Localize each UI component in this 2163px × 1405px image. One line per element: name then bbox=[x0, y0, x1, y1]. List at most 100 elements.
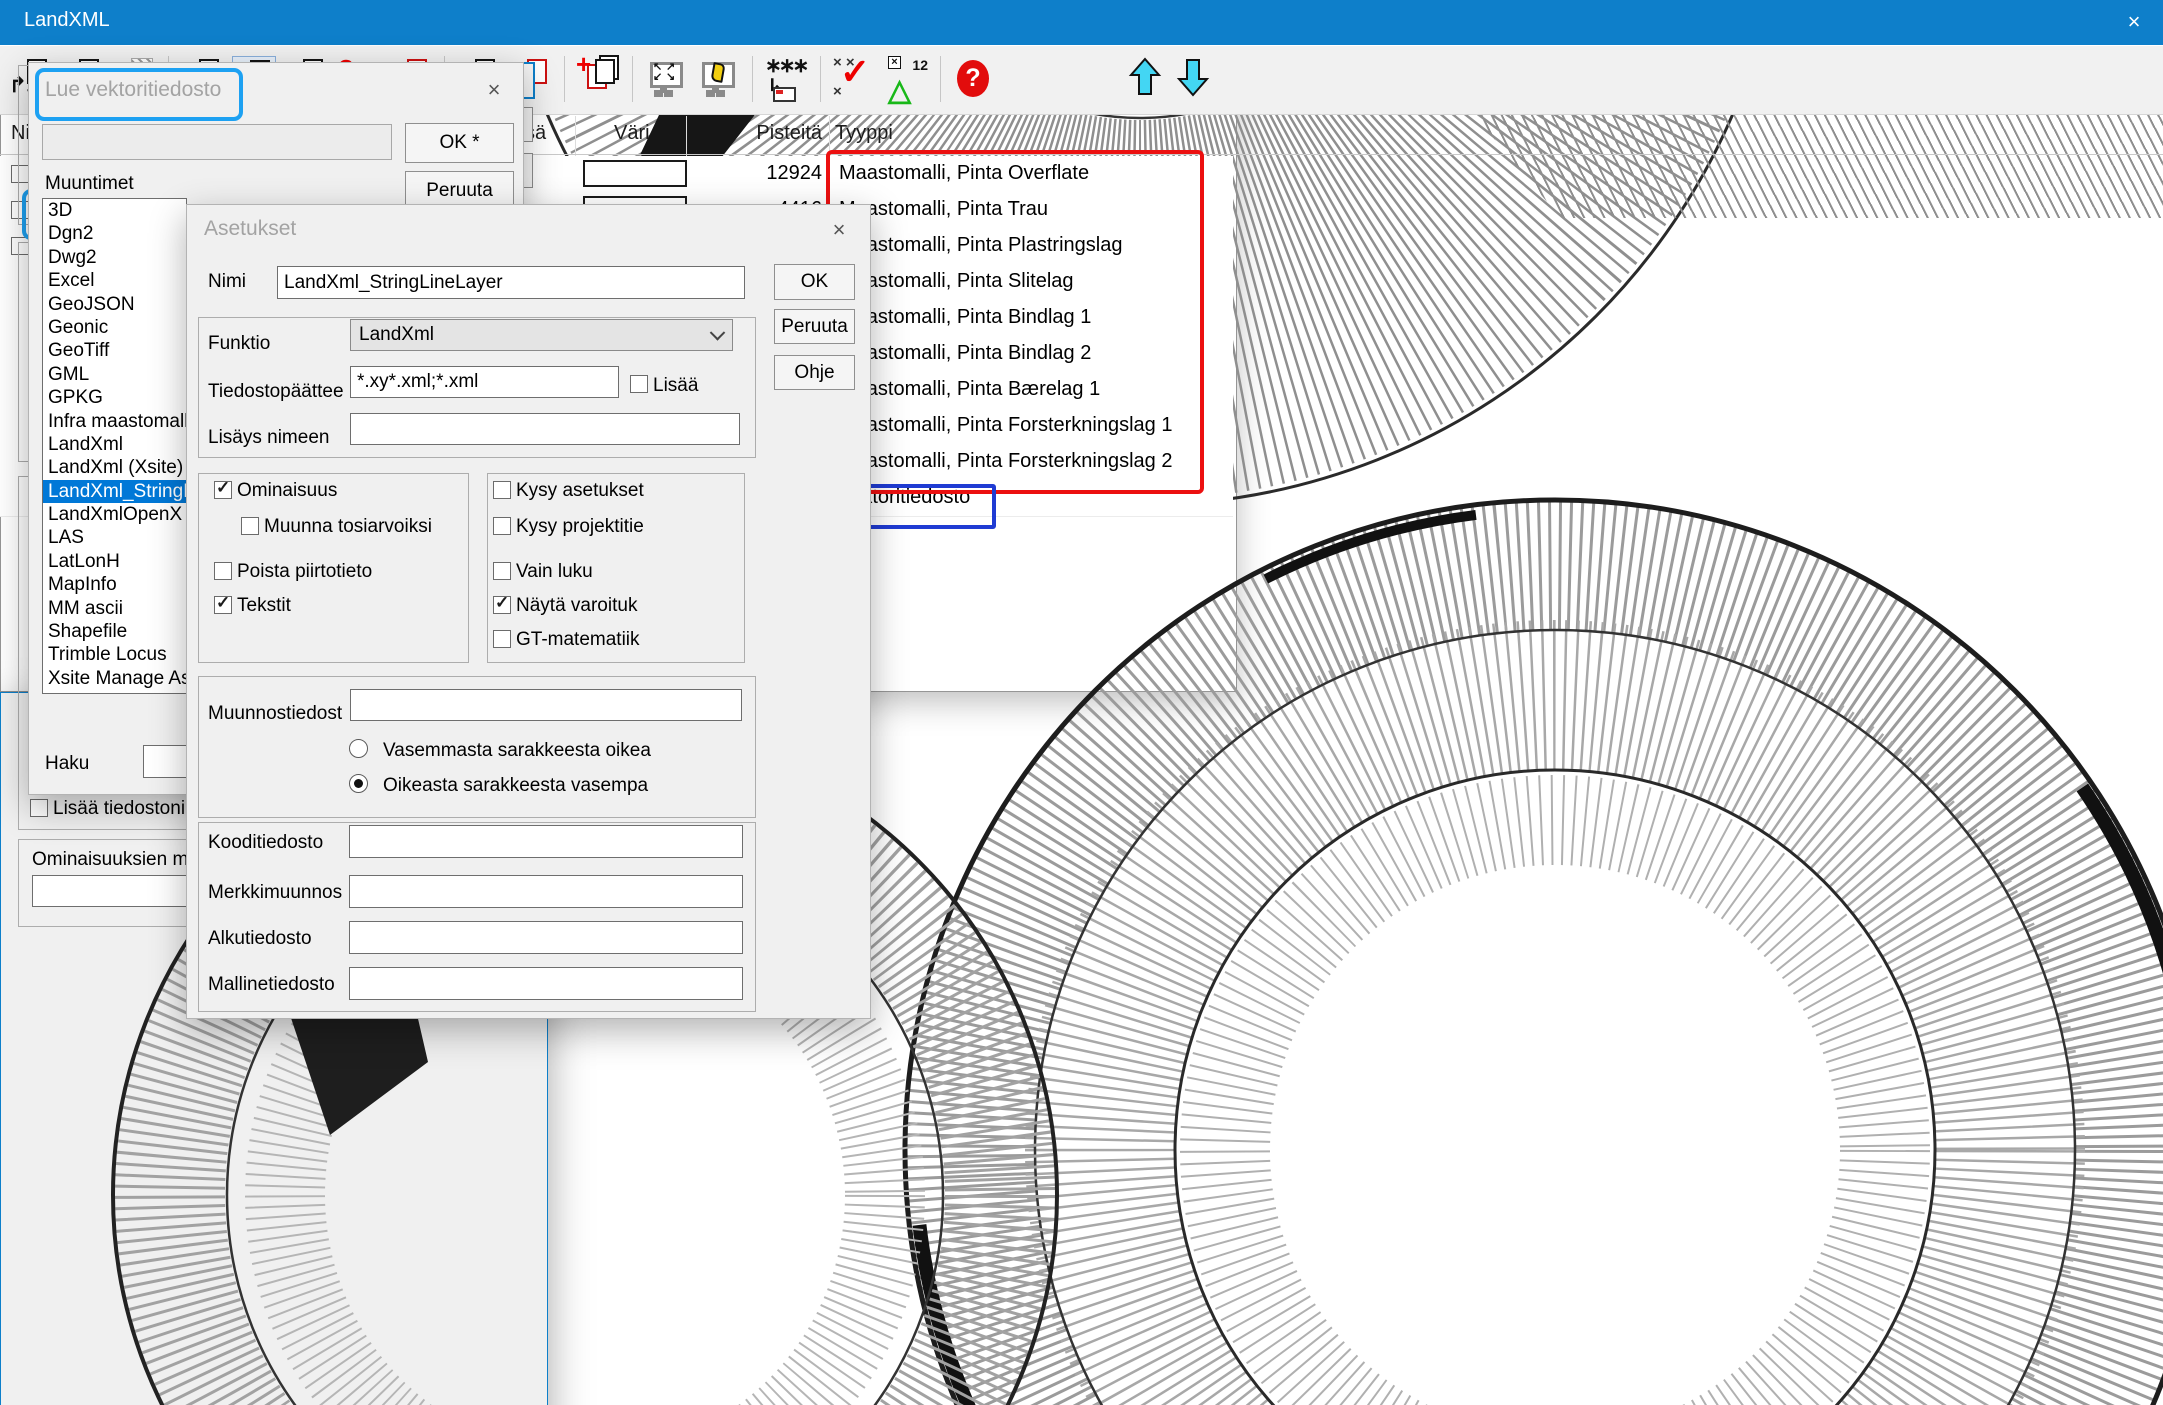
converter-item[interactable]: MapInfo bbox=[43, 573, 186, 596]
name-input[interactable] bbox=[277, 266, 745, 299]
cell-type: Maastomalli, Pinta Bindlag 2 bbox=[839, 342, 1091, 365]
alku-input[interactable] bbox=[349, 921, 743, 954]
toolbar-separator bbox=[564, 56, 565, 102]
application-screen: Lue vektoritiedosto × OK * Peruuta Muunt… bbox=[0, 0, 2163, 1405]
converter-item[interactable]: GeoJSON bbox=[43, 293, 186, 316]
ok-button[interactable]: OK bbox=[774, 264, 855, 300]
column-header-vari[interactable]: Väri bbox=[614, 122, 650, 145]
scatter-write-icon[interactable]: ∗∗∗↳ bbox=[764, 56, 808, 102]
cell-type: Maastomalli, Pinta Slitelag bbox=[839, 270, 1074, 293]
toolbar-separator bbox=[632, 56, 633, 102]
converter-item[interactable]: Dgn2 bbox=[43, 222, 186, 245]
muunna-tosiarvoiksi-checkbox-label: Muunna tosiarvoiksi bbox=[264, 516, 432, 538]
converter-item[interactable]: LandXml_StringL bbox=[43, 480, 186, 503]
merkki-input[interactable] bbox=[349, 875, 743, 908]
lisays-input[interactable] bbox=[350, 413, 740, 445]
converter-item[interactable]: LandXml (Xsite) bbox=[43, 456, 186, 479]
kysy-projektitiedot-checkbox-label: Kysy projektitie bbox=[516, 516, 644, 538]
converter-item[interactable]: LandXmlOpenX bbox=[43, 503, 186, 526]
column-header-pisteita[interactable]: Pisteitä bbox=[690, 122, 822, 145]
koodi-input[interactable] bbox=[349, 825, 743, 858]
vain-luku-checkbox[interactable] bbox=[493, 562, 511, 580]
koodi-label: Kooditiedosto bbox=[208, 832, 323, 854]
tekstit-checkbox[interactable] bbox=[214, 596, 232, 614]
ominaisuus-checkbox[interactable] bbox=[214, 481, 232, 499]
close-icon[interactable]: × bbox=[824, 215, 854, 245]
converter-item[interactable]: Geonic bbox=[43, 316, 186, 339]
add-files-icon[interactable]: + bbox=[576, 56, 620, 102]
converter-item[interactable]: Excel bbox=[43, 269, 186, 292]
converter-item[interactable]: MM ascii bbox=[43, 597, 186, 620]
muunna-tosiarvoiksi-checkbox[interactable] bbox=[241, 517, 259, 535]
converter-list[interactable]: 3DDgn2Dwg2ExcelGeoJSONGeonicGeoTiffGMLGP… bbox=[42, 198, 187, 694]
right-to-left-radio[interactable] bbox=[349, 774, 368, 793]
converter-item[interactable]: GeoTiff bbox=[43, 339, 186, 362]
cancel-button[interactable]: Peruuta bbox=[774, 309, 855, 344]
title-bar[interactable]: LandXML × bbox=[0, 0, 2163, 45]
funktio-label: Funktio bbox=[208, 333, 270, 355]
dialog-title: Asetukset bbox=[204, 217, 296, 241]
funktio-dropdown[interactable]: LandXml bbox=[350, 319, 733, 351]
help-button[interactable]: Ohje bbox=[774, 355, 855, 390]
toolbar-separator bbox=[820, 56, 821, 102]
muunnos-input[interactable] bbox=[350, 689, 742, 721]
nayta-varoitukset-checkbox-label: Näytä varoituk bbox=[516, 595, 637, 617]
cell-type: Maastomalli, Pinta Bindlag 1 bbox=[839, 306, 1091, 329]
triangle-count-icon[interactable]: ×△12 bbox=[884, 56, 928, 102]
move-down-icon[interactable] bbox=[1176, 56, 1220, 102]
search-label: Haku bbox=[45, 753, 89, 775]
file-path-input[interactable] bbox=[42, 124, 392, 160]
kysy-asetukset-checkbox[interactable] bbox=[493, 481, 511, 499]
lisays-label: Lisäys nimeen bbox=[208, 427, 329, 449]
converters-label: Muuntimet bbox=[45, 173, 134, 195]
dialog-title: Lue vektoritiedosto bbox=[45, 78, 221, 102]
converter-item[interactable]: 3D bbox=[43, 199, 186, 222]
converter-item[interactable]: LAS bbox=[43, 526, 186, 549]
help-icon[interactable]: ? bbox=[952, 56, 996, 102]
settings-dialog: Asetukset × Nimi OK Peruuta Ohje Funktio… bbox=[186, 204, 871, 1019]
converter-item[interactable]: GPKG bbox=[43, 386, 186, 409]
show-elements-icon[interactable] bbox=[696, 56, 740, 102]
ok-button[interactable]: OK * bbox=[405, 123, 514, 163]
lisaa-tiedostonimi-checkbox[interactable] bbox=[30, 799, 48, 817]
converter-item[interactable]: Xsite Manage Asl bbox=[43, 667, 186, 690]
nayta-varoitukset-checkbox[interactable] bbox=[493, 596, 511, 614]
color-swatch[interactable] bbox=[583, 160, 687, 187]
merkki-label: Merkkimuunnos bbox=[208, 882, 342, 904]
kysy-projektitiedot-checkbox[interactable] bbox=[493, 517, 511, 535]
lisaa-checkbox[interactable] bbox=[630, 375, 648, 393]
converter-item[interactable]: LatLonH bbox=[43, 550, 186, 573]
converter-item[interactable]: Dwg2 bbox=[43, 246, 186, 269]
validate-points-icon[interactable]: × ××✓ bbox=[832, 56, 876, 102]
extensions-label: Tiedostopäättee bbox=[208, 381, 346, 403]
fit-view-icon[interactable]: ↖↗↙↘ bbox=[644, 56, 688, 102]
ominaisuus-checkbox-label: Ominaisuus bbox=[237, 480, 337, 502]
column-header-tyyppi[interactable]: Tyyppi bbox=[835, 122, 893, 145]
gt-matematiikka-checkbox[interactable] bbox=[493, 630, 511, 648]
muunnos-label: Muunnostiedost bbox=[208, 703, 348, 725]
name-label: Nimi bbox=[208, 271, 246, 293]
extensions-input[interactable] bbox=[350, 366, 619, 398]
left-to-right-label: Vasemmasta sarakkeesta oikea bbox=[383, 740, 651, 762]
cell-points: 12924 bbox=[690, 162, 822, 185]
close-icon[interactable]: × bbox=[479, 75, 509, 105]
poista-piirtotieto-checkbox[interactable] bbox=[214, 562, 232, 580]
cell-type: Maastomalli, Pinta Plastringslag bbox=[839, 234, 1122, 257]
converter-item[interactable]: GML bbox=[43, 363, 186, 386]
cell-type: Maastomalli, Pinta Forsterkningslag 2 bbox=[839, 450, 1172, 473]
cell-type: Maastomalli, Pinta Forsterkningslag 1 bbox=[839, 414, 1172, 437]
vain-luku-checkbox-label: Vain luku bbox=[516, 561, 593, 583]
malline-input[interactable] bbox=[349, 967, 743, 1000]
converter-item[interactable]: Infra maastomall bbox=[43, 410, 186, 433]
toolbar-separator bbox=[752, 56, 753, 102]
converter-item[interactable]: Trimble Locus bbox=[43, 643, 186, 666]
move-up-icon[interactable] bbox=[1128, 56, 1172, 102]
converter-item[interactable]: Shapefile bbox=[43, 620, 186, 643]
chevron-down-icon bbox=[710, 325, 726, 341]
toolbar-separator bbox=[940, 56, 941, 102]
kysy-asetukset-checkbox-label: Kysy asetukset bbox=[516, 480, 644, 502]
converter-item[interactable]: LandXml bbox=[43, 433, 186, 456]
close-icon[interactable]: × bbox=[2119, 7, 2149, 37]
lisaa-label: Lisää bbox=[653, 375, 698, 397]
left-to-right-radio[interactable] bbox=[349, 739, 368, 758]
